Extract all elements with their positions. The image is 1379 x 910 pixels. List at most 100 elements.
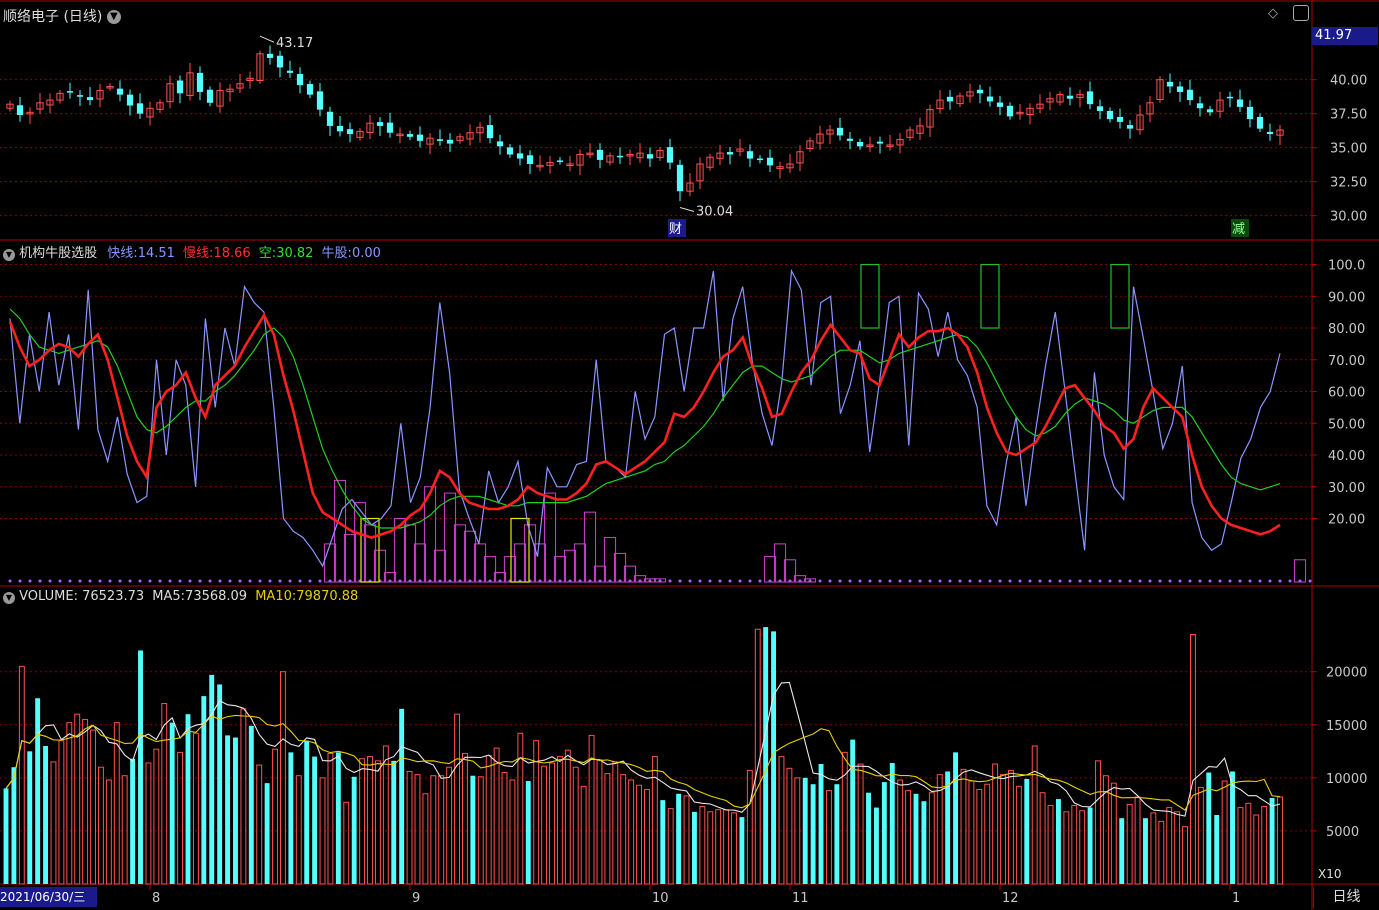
volume-bar: [1126, 803, 1133, 885]
candle-body: [1196, 103, 1204, 109]
niu-zero-dot: [648, 579, 652, 583]
candle-body: [16, 105, 24, 116]
diamond-icon[interactable]: ◇: [1268, 6, 1278, 21]
niu-zero-dot: [208, 579, 212, 583]
candle-body: [676, 164, 684, 192]
volume-bar: [525, 781, 531, 884]
volume-bar: [288, 752, 294, 884]
candle-body: [116, 88, 124, 95]
niu-zero-dot: [1078, 579, 1082, 583]
volume-bar: [1031, 745, 1038, 885]
volume-bar: [644, 789, 650, 885]
volume-bar: [351, 776, 357, 884]
candle-body: [1086, 91, 1094, 105]
niu-zero-dot: [468, 579, 472, 583]
dropdown-icon[interactable]: ▼: [106, 10, 121, 24]
month-label: 10: [652, 891, 669, 906]
volume-bar: [272, 748, 278, 885]
niu-zero-dot: [538, 579, 542, 583]
volume-bar: [1047, 804, 1054, 885]
volume-menu-icon[interactable]: ▼: [3, 592, 15, 604]
niu-zero-dot: [778, 579, 782, 583]
volume-bar: [810, 784, 816, 884]
niu-bar: [463, 530, 477, 583]
niu-zero-dot: [448, 579, 452, 583]
volume-bar: [1221, 780, 1228, 885]
niu-zero-dot: [878, 579, 882, 583]
volume-bar: [928, 792, 935, 885]
candle-body: [86, 97, 94, 101]
last-price-badge: 41.97: [1312, 27, 1378, 45]
candle-body: [1256, 116, 1264, 129]
niu-zero-dot: [908, 579, 912, 583]
niu-zero-dot: [388, 579, 392, 583]
volume-bar: [1237, 807, 1244, 885]
volume-bar: [1008, 769, 1014, 885]
niu-zero-dot: [278, 579, 282, 583]
volume-bar: [485, 755, 492, 885]
volume-bar: [676, 793, 682, 884]
niu-bar: [773, 543, 787, 583]
niu-zero-dot: [1158, 579, 1162, 583]
niu-zero-dot: [478, 579, 482, 583]
indicator-tick-label: 20.00: [1328, 513, 1365, 528]
volume-bar: [74, 713, 81, 885]
candle-body: [496, 141, 504, 147]
niu-zero-dot: [918, 579, 922, 583]
niu-zero-dot: [148, 579, 152, 583]
indicator-tick-label: 60.00: [1328, 386, 1365, 401]
volume-bar: [778, 756, 785, 885]
niu-bar: [553, 556, 567, 583]
niu-zero-dot: [458, 579, 462, 583]
niu-zero-dot: [548, 579, 552, 583]
volume-bar: [913, 793, 919, 884]
volume-name: VOLUME:: [19, 589, 78, 604]
candle-body: [516, 153, 524, 159]
niu-zero-dot: [1268, 579, 1272, 583]
slow-line: [8, 312, 1281, 539]
niu-zero-dot: [948, 579, 952, 583]
volume-bar: [256, 764, 263, 885]
volume-bar: [1095, 760, 1101, 885]
niu-zero-dot: [1098, 579, 1102, 583]
volume-bar: [683, 795, 690, 885]
slow-label: 慢线:: [183, 246, 214, 261]
niu-zero-dot: [1138, 579, 1142, 583]
volume-bar: [1150, 812, 1157, 885]
niu-zero-dot: [408, 579, 412, 583]
niu-zero-dot: [498, 579, 502, 583]
niu-bar: [573, 543, 587, 583]
volume-bar: [138, 650, 143, 884]
niu-zero-dot: [988, 579, 992, 583]
period-tab[interactable]: 日线: [1313, 887, 1379, 908]
buy-signal-box: [510, 517, 530, 583]
niu-zero-dot: [8, 579, 12, 583]
volume-bar: [1230, 771, 1235, 884]
volume-bar: [1277, 796, 1283, 885]
volume-bar: [881, 782, 887, 884]
niu-zero-dot: [868, 579, 872, 583]
volume-bar: [953, 752, 959, 884]
volume-bar: [1143, 818, 1148, 884]
window-icon[interactable]: [1293, 5, 1309, 21]
volume-bar: [968, 780, 975, 885]
volume-bar: [153, 748, 160, 885]
volume-bar: [992, 763, 999, 885]
stock-title: 顺络电子 (日线) ▼: [3, 6, 121, 26]
candle-body: [276, 55, 284, 68]
niu-zero-dot: [1198, 579, 1202, 583]
indicator-menu-icon[interactable]: ▼: [3, 249, 15, 261]
volume-bar: [1269, 798, 1275, 884]
volume-bar: [866, 792, 871, 884]
candle-body: [766, 157, 774, 166]
ma5-value: 73568.09: [185, 589, 248, 604]
niu-zero-dot: [738, 579, 742, 583]
candle-body: [506, 147, 514, 155]
niu-zero-dot: [118, 579, 122, 583]
volume-bar: [707, 811, 714, 885]
volume-bar: [312, 756, 318, 884]
niu-bar: [533, 543, 547, 583]
volume-bar: [786, 767, 793, 885]
niu-zero-dot: [1068, 579, 1072, 583]
niu-zero-dot: [1168, 579, 1172, 583]
